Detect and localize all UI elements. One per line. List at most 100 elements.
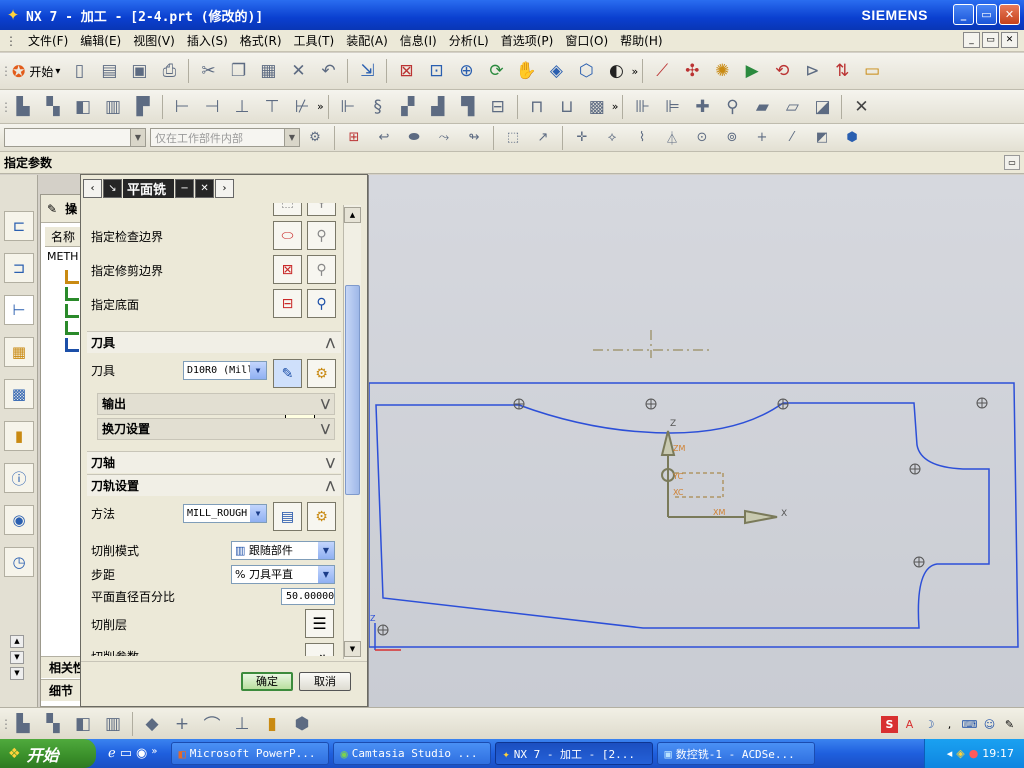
close-button[interactable]: ✕ <box>999 4 1020 25</box>
workpiece-icon[interactable]: ▜ <box>455 94 481 120</box>
fixture-icon[interactable]: ▟ <box>425 94 451 120</box>
doc-close-button[interactable]: ✕ <box>1001 32 1018 48</box>
display-button[interactable]: ⚲ <box>307 203 336 216</box>
geometry-view-icon[interactable]: ⊥ <box>229 94 255 120</box>
ime-chinese-icon[interactable]: A <box>901 716 918 733</box>
select-floor-button[interactable]: ⊟ <box>273 289 302 318</box>
cancel-button[interactable]: 取消 <box>299 672 351 691</box>
maximize-button[interactable]: ▭ <box>976 4 997 25</box>
display-check-boundary-icon[interactable]: ⚲ <box>307 221 336 250</box>
pin-icon[interactable]: ✎ <box>47 202 57 216</box>
snap-bounded-icon[interactable]: ⬢ <box>839 125 865 151</box>
create-tool-icon[interactable]: ▚ <box>40 711 66 737</box>
cut-params-button[interactable]: ⇥ <box>305 643 334 656</box>
select-feature-icon[interactable]: ⤳ <box>431 125 457 151</box>
cut-icon[interactable]: ✂ <box>195 58 221 84</box>
forward-button[interactable]: › <box>215 178 235 198</box>
ok-button[interactable]: 确定 <box>241 672 293 691</box>
add-icon[interactable]: ✚ <box>689 94 715 120</box>
snap-existing-icon[interactable]: + <box>749 125 775 151</box>
snap-on-surface-icon[interactable]: ◩ <box>809 125 835 151</box>
operation-node-icon[interactable] <box>65 304 79 318</box>
media-icon[interactable]: ◉ <box>136 746 147 761</box>
snap-midpoint-icon[interactable]: ⟡ <box>599 125 625 151</box>
snap-point-icon[interactable]: ⊞ <box>341 125 367 151</box>
create-tool-icon[interactable]: ▚ <box>40 94 66 120</box>
delete-icon[interactable]: ✕ <box>848 94 874 120</box>
menu-analysis[interactable]: 分析(L) <box>443 30 495 52</box>
zoom-icon[interactable]: ⊕ <box>453 58 479 84</box>
cut-levels-button[interactable]: ☰ <box>305 609 334 638</box>
tray-network-icon[interactable]: ◈ <box>956 747 964 760</box>
operation-icon[interactable]: ⊫ <box>659 94 685 120</box>
user-icon[interactable]: ☺ <box>981 716 998 733</box>
tray-security-icon[interactable]: ◂ <box>947 747 953 760</box>
ie-icon[interactable]: ℯ <box>108 746 116 761</box>
part-navigator-icon[interactable]: ⊐ <box>4 253 34 283</box>
snap-control-icon[interactable]: ⌇ <box>629 125 655 151</box>
more-tools-icon[interactable]: » <box>612 100 619 113</box>
block-icon[interactable]: ▱ <box>779 94 805 120</box>
select-curve-icon[interactable]: ↩ <box>371 125 397 151</box>
machine-tool-view-icon[interactable]: ⊣ <box>199 94 225 120</box>
feature-icon[interactable]: ⊪ <box>629 94 655 120</box>
task-powerpoint[interactable]: ◧ Microsoft PowerP... <box>171 742 330 765</box>
fit-view-icon[interactable]: ⊠ <box>393 58 419 84</box>
menu-window[interactable]: 窗口(O) <box>559 30 614 52</box>
task-nx[interactable]: ✦ NX 7 - 加工 - [2... <box>495 742 654 765</box>
menu-preferences[interactable]: 首选项(P) <box>495 30 560 52</box>
create-operation-icon[interactable]: ▛ <box>130 94 156 120</box>
save-icon[interactable]: ▣ <box>126 58 152 84</box>
measure-icon[interactable]: ▭ <box>859 58 885 84</box>
create-program-icon[interactable]: ▙ <box>10 711 36 737</box>
more-tools-icon[interactable]: » <box>317 100 324 113</box>
create-program-icon[interactable]: ✺ <box>709 58 735 84</box>
operation-navigator-icon[interactable]: ⊢ <box>4 295 34 325</box>
edit-object-icon[interactable]: ⊬ <box>289 94 315 120</box>
dialog-scrollbar[interactable]: ▲ ▼ <box>343 205 361 659</box>
program-view-icon[interactable]: ⊢ <box>169 94 195 120</box>
scroll-more-button[interactable]: ▼ <box>10 667 24 680</box>
menu-format[interactable]: 格式(R) <box>234 30 288 52</box>
sketch-icon[interactable]: ⌒ <box>199 711 225 737</box>
operation-node-icon[interactable] <box>65 338 79 352</box>
display-trim-boundary-icon[interactable]: ⚲ <box>307 255 336 284</box>
specify-part-boundary-button[interactable]: ⬚ <box>273 203 302 216</box>
rotate-icon[interactable]: ⟳ <box>483 58 509 84</box>
menu-tools[interactable]: 工具(T) <box>288 30 341 52</box>
menu-file[interactable]: 文件(F) <box>22 30 74 52</box>
stock-icon[interactable]: ◪ <box>809 94 835 120</box>
pan-icon[interactable]: ✋ <box>513 58 539 84</box>
minimize-button[interactable]: _ <box>953 4 974 25</box>
toolpath-list-icon[interactable]: § <box>365 94 391 120</box>
clamp-icon[interactable]: ⊔ <box>554 94 580 120</box>
undo-icon[interactable]: ↶ <box>315 58 341 84</box>
menu-edit[interactable]: 编辑(E) <box>74 30 127 52</box>
graphics-window[interactable]: Z X ZM YC XC XM Z <box>312 175 1024 707</box>
menu-view[interactable]: 视图(V) <box>127 30 181 52</box>
back-button[interactable]: ‹ <box>83 178 102 198</box>
method-select[interactable]: MILL_ROUGH ▼ <box>183 504 267 523</box>
generate-icon[interactable]: ⊩ <box>335 94 361 120</box>
paste-icon[interactable]: ▦ <box>255 58 281 84</box>
scroll-down-button[interactable]: ▼ <box>344 641 361 657</box>
open-file-icon[interactable]: ▤ <box>96 58 122 84</box>
collapse-button[interactable]: − <box>175 178 195 198</box>
cue-restore-button[interactable]: ▭ <box>1004 155 1020 170</box>
report-icon[interactable]: ▩ <box>584 94 610 120</box>
postprocess-icon[interactable]: ⇅ <box>829 58 855 84</box>
menu-information[interactable]: 信息(I) <box>394 30 443 52</box>
wcs-origin-icon[interactable]: ✣ <box>679 58 705 84</box>
select-trim-boundary-button[interactable]: ⊠ <box>273 255 302 284</box>
doc-restore-button[interactable]: ▭ <box>982 32 999 48</box>
menu-insert[interactable]: 插入(S) <box>181 30 234 52</box>
start-button[interactable]: ✪ 开始 ▾ <box>8 62 64 81</box>
percent-input[interactable]: 50.00000 <box>281 588 335 605</box>
print-icon[interactable]: ⎙ <box>156 58 182 84</box>
tool-axis-group-header[interactable]: 刀轴 ⋁ <box>87 451 341 473</box>
task-acdsee[interactable]: ▣ 数控铣-1 - ACDSe... <box>657 742 816 765</box>
cut-pattern-select[interactable]: ▥ 跟随部件 ▼ <box>231 541 335 560</box>
program-node-icon[interactable] <box>65 270 79 284</box>
edit-tool-button[interactable]: ⚙ <box>307 359 336 388</box>
doc-minimize-button[interactable]: _ <box>963 32 980 48</box>
